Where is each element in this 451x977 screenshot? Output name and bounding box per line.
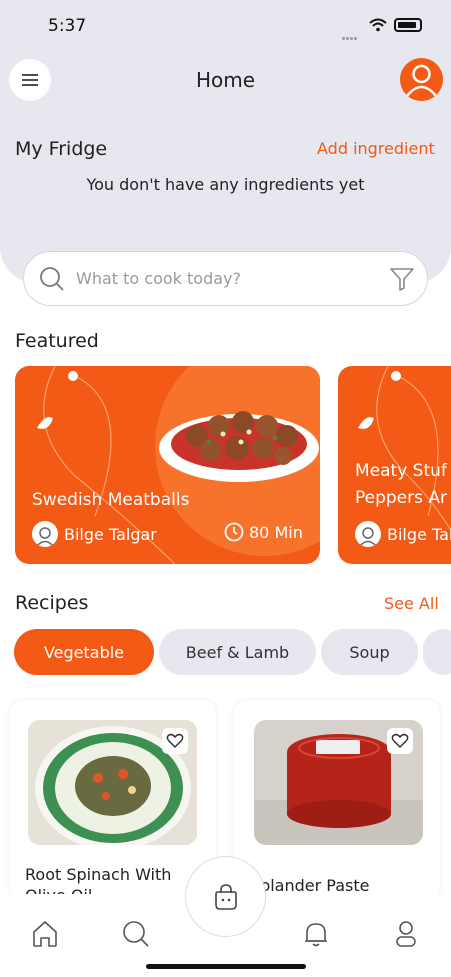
bell-icon[interactable]	[303, 920, 329, 948]
add-ingredient-link[interactable]: Add ingredient	[317, 139, 435, 158]
featured-recipe-title-line2: Peppers Ar	[355, 488, 448, 508]
featured-recipe-title-line1: Meaty Stuf	[355, 461, 447, 481]
featured-title: Featured	[15, 330, 99, 352]
search-icon	[40, 267, 64, 291]
user-avatar-icon	[358, 527, 378, 547]
featured-author: Bilge Talgar	[32, 521, 157, 547]
fridge-title: My Fridge	[15, 138, 108, 160]
recipe-card[interactable]: Root Spinach With Olive Oil	[10, 700, 216, 900]
wifi-icon	[369, 18, 387, 32]
heart-icon	[166, 733, 184, 749]
featured-duration: 80 Min	[224, 522, 303, 542]
basket-icon	[214, 883, 237, 910]
featured-author: Bilge Tal	[355, 521, 451, 547]
profile-button[interactable]	[400, 58, 443, 101]
user-avatar-icon	[35, 527, 55, 547]
featured-card[interactable]: Meaty Stuf Peppers Ar Bilge Tal	[338, 366, 451, 564]
favorite-button[interactable]	[162, 728, 188, 754]
page-title: Home	[195, 68, 256, 92]
category-chip-more[interactable]	[423, 629, 451, 675]
profile-icon	[406, 64, 437, 97]
fridge-empty-message: You don't have any ingredients yet	[86, 175, 365, 194]
clock-icon	[224, 522, 244, 542]
category-chip-soup[interactable]: Soup	[321, 629, 418, 675]
status-bar: 5:37	[0, 14, 451, 40]
author-avatar	[32, 521, 58, 547]
recipes-title: Recipes	[15, 592, 89, 614]
author-name: Bilge Tal	[387, 524, 451, 544]
home-icon[interactable]	[32, 920, 58, 948]
recipe-name-line1: iolander Paste	[256, 876, 370, 895]
heart-icon	[391, 733, 409, 749]
recipe-card[interactable]: iolander Paste	[234, 700, 440, 900]
category-chip-beef-lamb[interactable]: Beef & Lamb	[159, 629, 316, 675]
featured-recipe-title: Swedish Meatballs	[32, 490, 190, 510]
see-all-link[interactable]: See All	[384, 594, 439, 613]
user-icon[interactable]	[395, 920, 417, 948]
home-indicator	[146, 964, 306, 969]
search-input[interactable]: What to cook today?	[76, 269, 241, 288]
author-avatar	[355, 521, 381, 547]
meatballs-image	[159, 411, 319, 482]
signal-icon	[342, 25, 362, 40]
favorite-button[interactable]	[387, 728, 413, 754]
recipe-name-line1: Root Spinach With	[25, 865, 172, 884]
status-time: 5:37	[48, 16, 87, 36]
home-screen: 5:37 Home My Fridge Add ingredient You d…	[0, 0, 451, 977]
duration-text: 80 Min	[249, 522, 303, 542]
search-bar[interactable]: What to cook today?	[23, 251, 428, 306]
basket-button[interactable]	[185, 856, 266, 937]
author-name: Bilge Talgar	[64, 524, 157, 544]
featured-card[interactable]: Swedish Meatballs Bilge Talgar 80 Min	[15, 366, 320, 564]
search-nav-icon[interactable]	[122, 920, 150, 948]
battery-icon	[394, 18, 422, 32]
category-chip-vegetable[interactable]: Vegetable	[14, 629, 154, 675]
filter-icon[interactable]	[389, 266, 415, 292]
